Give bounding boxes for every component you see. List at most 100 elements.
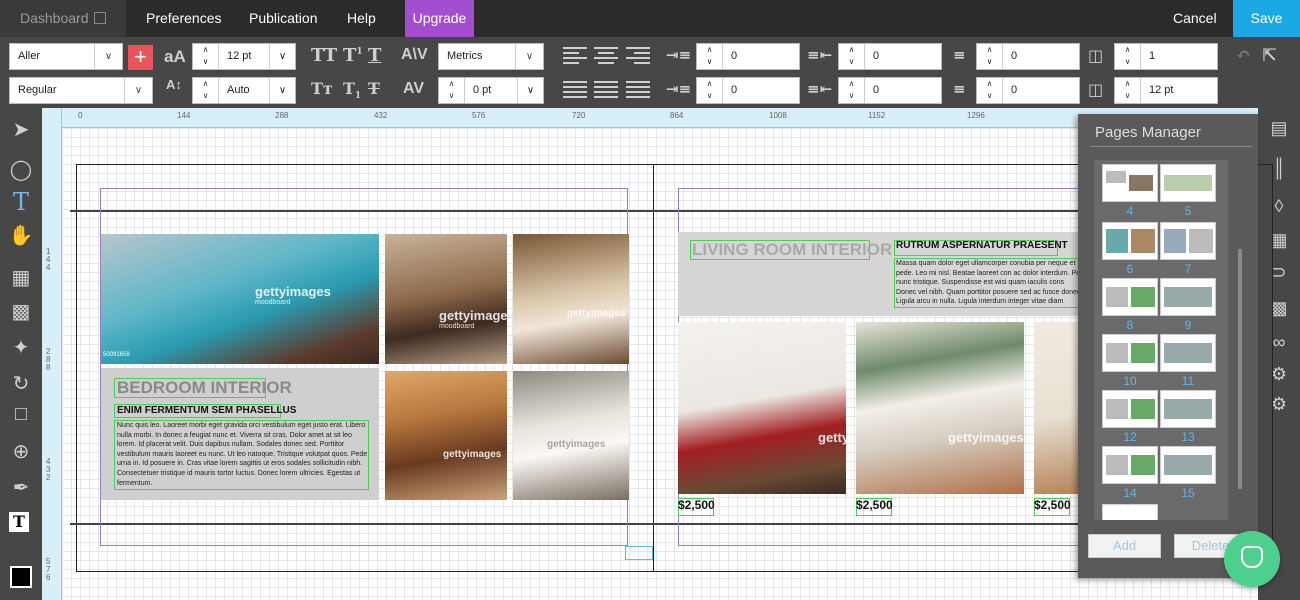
page-thumbnail[interactable] <box>1160 334 1216 372</box>
select-arrow-icon[interactable]: ➤ <box>7 116 35 144</box>
stepper-arrows-icon[interactable]: ∧ ∨ <box>439 78 465 103</box>
last-line-indent-stepper[interactable]: ∧ ∨ 0 <box>838 77 942 104</box>
pages-icon[interactable]: ▤ <box>1265 114 1293 142</box>
space-before-stepper[interactable]: ∧ ∨ 0 <box>976 43 1080 70</box>
align-left-icon[interactable] <box>563 47 587 67</box>
puzzle-icon[interactable]: ✦ <box>7 334 35 362</box>
page-thumbnail[interactable] <box>1102 278 1158 316</box>
page-thumbnail[interactable] <box>1102 334 1158 372</box>
crop-icon[interactable]: □ <box>7 400 35 428</box>
stepper-arrows-icon[interactable]: ∧ ∨ <box>839 78 865 103</box>
upgrade-button[interactable]: Upgrade <box>405 0 474 37</box>
watermark-text: gettyimages <box>443 449 502 460</box>
ruler-tick: 2 8 8 <box>46 347 51 372</box>
fill-color-icon[interactable] <box>10 566 32 588</box>
small-caps-icon[interactable]: Tт <box>311 79 333 98</box>
image-icon[interactable]: ▦ <box>7 264 35 292</box>
page-thumbnail[interactable] <box>1160 164 1216 202</box>
justify-center-icon[interactable] <box>594 81 618 101</box>
chat-button[interactable] <box>1224 531 1280 587</box>
resize-icon[interactable]: ⇱ <box>1262 45 1277 66</box>
space-after-stepper[interactable]: ∧ ∨ 0 <box>976 77 1080 104</box>
text-color-icon[interactable]: T <box>9 512 29 532</box>
underline-icon[interactable]: T <box>368 45 381 66</box>
gutter-stepper[interactable]: ∧ ∨ 12 pt <box>1114 77 1218 104</box>
text-icon[interactable]: T <box>7 188 35 216</box>
stepper-arrows-icon[interactable]: ∧ ∨ <box>839 44 865 69</box>
vertical-ruler[interactable]: 1 4 4 2 8 8 4 3 2 5 7 6 <box>42 108 62 600</box>
page-thumbnail[interactable] <box>1102 222 1158 260</box>
stepper-arrows-icon[interactable]: ∧ ∨ <box>193 78 219 103</box>
stepper-arrows-icon[interactable]: ∧ ∨ <box>977 44 1003 69</box>
bedroom-photo-2[interactable]: gettyimagesmoodboard <box>385 234 507 364</box>
hand-icon[interactable]: ✋ <box>7 222 35 250</box>
font-family-select[interactable]: Aller ∨ <box>9 43 123 70</box>
page-thumbnail[interactable] <box>1160 222 1216 260</box>
stepper-arrows-icon[interactable]: ∧ ∨ <box>1115 78 1141 103</box>
line-height-stepper[interactable]: ∧ ∨ Auto ∨ <box>192 77 296 104</box>
living-photo-3[interactable] <box>1034 322 1078 494</box>
page-thumbnail[interactable] <box>1160 446 1216 484</box>
bedroom-photo-4[interactable]: gettyimages <box>385 371 507 500</box>
uppercase-icon[interactable]: TT <box>311 45 337 66</box>
subscript-icon[interactable]: T1 <box>343 79 361 101</box>
gutter-icon: ◫ <box>1088 80 1104 99</box>
kerning-select[interactable]: Metrics ∨ <box>438 43 544 70</box>
font-size-stepper[interactable]: ∧ ∨ 12 pt ∨ <box>192 43 296 70</box>
align-right-icon[interactable] <box>626 47 650 67</box>
cancel-button[interactable]: Cancel <box>1173 0 1217 37</box>
add-font-button[interactable]: + <box>128 45 153 70</box>
menu-help[interactable]: Help <box>347 0 376 37</box>
superscript-icon[interactable]: T1 <box>343 45 363 66</box>
bedroom-photo-main[interactable]: gettyimages moodboard 50091659 <box>101 234 379 364</box>
align-center-icon[interactable] <box>594 47 618 67</box>
dashboard-link[interactable]: Dashboard <box>0 0 126 37</box>
scrollbar[interactable] <box>1238 249 1242 489</box>
living-photo-2[interactable]: gettyimages <box>856 322 1024 494</box>
zoom-icon[interactable]: ⊕ <box>7 438 35 466</box>
line-height-icon: A↕ <box>166 77 182 92</box>
page-thumbnail[interactable] <box>1102 504 1158 520</box>
stepper-arrows-icon[interactable]: ∧ ∨ <box>697 78 723 103</box>
justify-all-icon[interactable] <box>626 81 650 101</box>
page-thumbnail[interactable] <box>1160 278 1216 316</box>
page-thumbnail[interactable] <box>1102 164 1158 202</box>
page-number: 7 <box>1184 262 1192 276</box>
font-style-select[interactable]: Regular ∨ <box>9 77 153 104</box>
page-thumbnail[interactable] <box>1102 446 1158 484</box>
pages-manager-title: Pages Manager <box>1095 124 1201 141</box>
strikethrough-icon[interactable]: T <box>368 79 380 98</box>
watermark: gettyimages <box>948 430 1024 445</box>
living-photo-1[interactable]: gettyimages <box>678 322 846 494</box>
bedroom-photo-5[interactable]: gettyimages <box>513 371 629 500</box>
page-number: 6 <box>1126 262 1134 276</box>
justify-left-icon[interactable] <box>563 81 587 101</box>
indent-right-stepper[interactable]: ∧ ∨ 0 <box>838 43 942 70</box>
page-thumbnail-list[interactable]: 4 5 6 7 8 9 10 11 12 13 14 15 <box>1094 160 1228 520</box>
shape-icon[interactable]: ◯ <box>7 156 35 184</box>
tracking-stepper[interactable]: ∧ ∨ 0 pt ∨ <box>438 77 544 104</box>
stepper-arrows-icon[interactable]: ∧ ∨ <box>193 44 219 69</box>
save-button[interactable]: Save <box>1233 0 1300 37</box>
first-line-indent-stepper[interactable]: ∧ ∨ 0 <box>696 77 800 104</box>
undo-icon[interactable]: ↶ <box>1236 45 1251 66</box>
page-thumbnail[interactable] <box>1102 390 1158 428</box>
columns-stepper[interactable]: ∧ ∨ 1 <box>1114 43 1218 70</box>
last-line-indent-value: 0 <box>873 84 880 96</box>
rotate-icon[interactable]: ↻ <box>7 370 35 398</box>
stepper-arrows-icon[interactable]: ∧ ∨ <box>1115 44 1141 69</box>
stepper-arrows-icon[interactable]: ∧ ∨ <box>977 78 1003 103</box>
page-thumbnail[interactable] <box>1160 390 1216 428</box>
stepper-arrows-icon[interactable]: ∧ ∨ <box>697 44 723 69</box>
anchor-frame[interactable] <box>625 546 653 560</box>
video-icon[interactable]: ▩ <box>7 298 35 326</box>
watermark-text: gettyimages <box>439 308 507 323</box>
eyedropper-icon[interactable]: ✒ <box>7 474 35 502</box>
menu-publication[interactable]: Publication <box>249 0 318 37</box>
bedroom-photo-3[interactable]: gettyimages <box>513 234 629 364</box>
bedroom-heading: BEDROOM INTERIOR <box>117 378 292 397</box>
menu-preferences[interactable]: Preferences <box>146 0 221 37</box>
page-number: 9 <box>1184 318 1192 332</box>
indent-left-stepper[interactable]: ∧ ∨ 0 <box>696 43 800 70</box>
add-page-button[interactable]: Add <box>1088 534 1161 558</box>
